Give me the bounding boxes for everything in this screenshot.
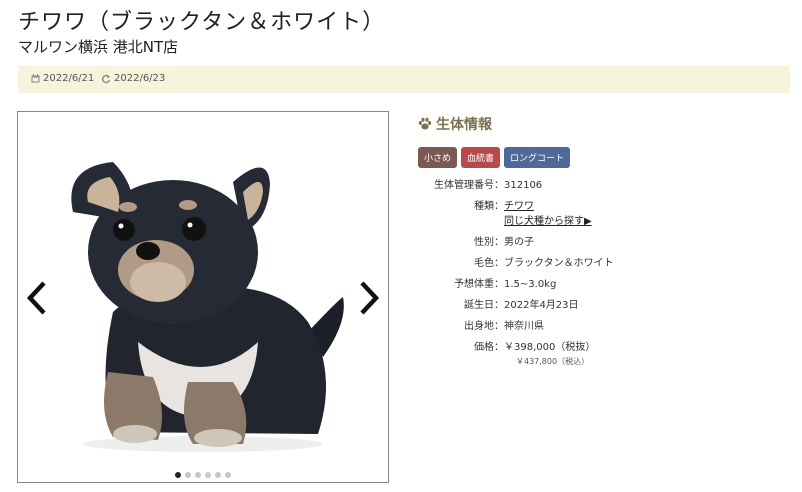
spec-value-breed: チワワ 同じ犬種から探す▶ bbox=[504, 199, 614, 235]
puppy-photo bbox=[71, 162, 344, 452]
tag-long-coat: ロングコート bbox=[504, 147, 571, 168]
photo-gallery[interactable] bbox=[17, 111, 389, 483]
page-title: チワワ（ブラックタン＆ホワイト） bbox=[18, 10, 386, 35]
spec-key: 生体管理番号： bbox=[434, 180, 504, 191]
spec-key: 誕生日： bbox=[464, 300, 504, 311]
spec-row-birthday: 誕生日： 2022年4月23日 bbox=[418, 298, 614, 319]
tag-small: 小さめ bbox=[418, 147, 458, 168]
calendar-icon bbox=[31, 74, 40, 83]
info-heading-text: 生体情報 bbox=[436, 117, 492, 133]
posted-date: 2022/6/21 bbox=[31, 73, 94, 84]
gallery-pagination bbox=[18, 472, 388, 478]
price-excl-tax: ￥398,000（税抜） bbox=[504, 342, 596, 353]
spec-value: 神奈川県 bbox=[504, 321, 544, 332]
spec-value: ブラックタン＆ホワイト bbox=[504, 258, 614, 269]
info-heading: 生体情報 bbox=[418, 114, 492, 134]
price-incl-tax: ￥437,800（税込） bbox=[516, 357, 590, 366]
spec-row-color: 毛色： ブラックタン＆ホワイト bbox=[418, 256, 614, 277]
spec-row-weight: 予想体重： 1.5~3.0kg bbox=[418, 277, 614, 298]
paw-icon bbox=[418, 117, 432, 130]
previous-photo-arrow[interactable] bbox=[24, 280, 50, 316]
gallery-dot[interactable] bbox=[215, 472, 221, 478]
spec-value: 1.5~3.0kg bbox=[504, 279, 557, 290]
posted-date-text: 2022/6/21 bbox=[43, 73, 95, 84]
refresh-icon bbox=[101, 74, 111, 83]
spec-key: 性別： bbox=[474, 237, 504, 248]
gallery-dot[interactable] bbox=[185, 472, 191, 478]
gallery-dot[interactable] bbox=[225, 472, 231, 478]
spec-key: 毛色： bbox=[474, 258, 504, 269]
spec-row-id: 生体管理番号： 312106 bbox=[418, 178, 614, 199]
date-bar: 2022/6/21 2022/6/23 bbox=[18, 66, 790, 93]
spec-value: 男の子 bbox=[504, 237, 534, 248]
updated-date: 2022/6/23 bbox=[101, 73, 165, 84]
spec-key: 価格： bbox=[474, 342, 504, 353]
tag-pedigree: 血統書 bbox=[461, 147, 501, 168]
updated-date-text: 2022/6/23 bbox=[114, 73, 166, 84]
spec-table: 生体管理番号： 312106 種類： チワワ 同じ犬種から探す▶ 性別： 男の子… bbox=[418, 178, 614, 374]
spec-row-sex: 性別： 男の子 bbox=[418, 235, 614, 256]
spec-row-price: 価格： ￥398,000（税抜） ￥437,800（税込） bbox=[418, 340, 614, 374]
spec-key: 予想体重： bbox=[454, 279, 504, 290]
spec-row-origin: 出身地： 神奈川県 bbox=[418, 319, 614, 340]
spec-value: 2022年4月23日 bbox=[504, 300, 579, 311]
next-photo-arrow[interactable] bbox=[356, 280, 382, 316]
gallery-dot[interactable] bbox=[195, 472, 201, 478]
breed-link[interactable]: チワワ bbox=[504, 199, 614, 214]
gallery-dot[interactable] bbox=[205, 472, 211, 478]
spec-value: 312106 bbox=[504, 180, 543, 191]
gallery-dot[interactable] bbox=[175, 472, 181, 478]
shop-name: マルワン横浜 港北NT店 bbox=[18, 38, 179, 56]
tag-list: 小さめ 血統書 ロングコート bbox=[418, 147, 571, 168]
spec-key: 種類： bbox=[474, 201, 504, 212]
spec-row-breed: 種類： チワワ 同じ犬種から探す▶ bbox=[418, 199, 614, 235]
spec-value-price: ￥398,000（税抜） ￥437,800（税込） bbox=[504, 340, 614, 374]
same-breed-search-link[interactable]: 同じ犬種から探す▶ bbox=[504, 214, 614, 229]
spec-key: 出身地： bbox=[464, 321, 504, 332]
